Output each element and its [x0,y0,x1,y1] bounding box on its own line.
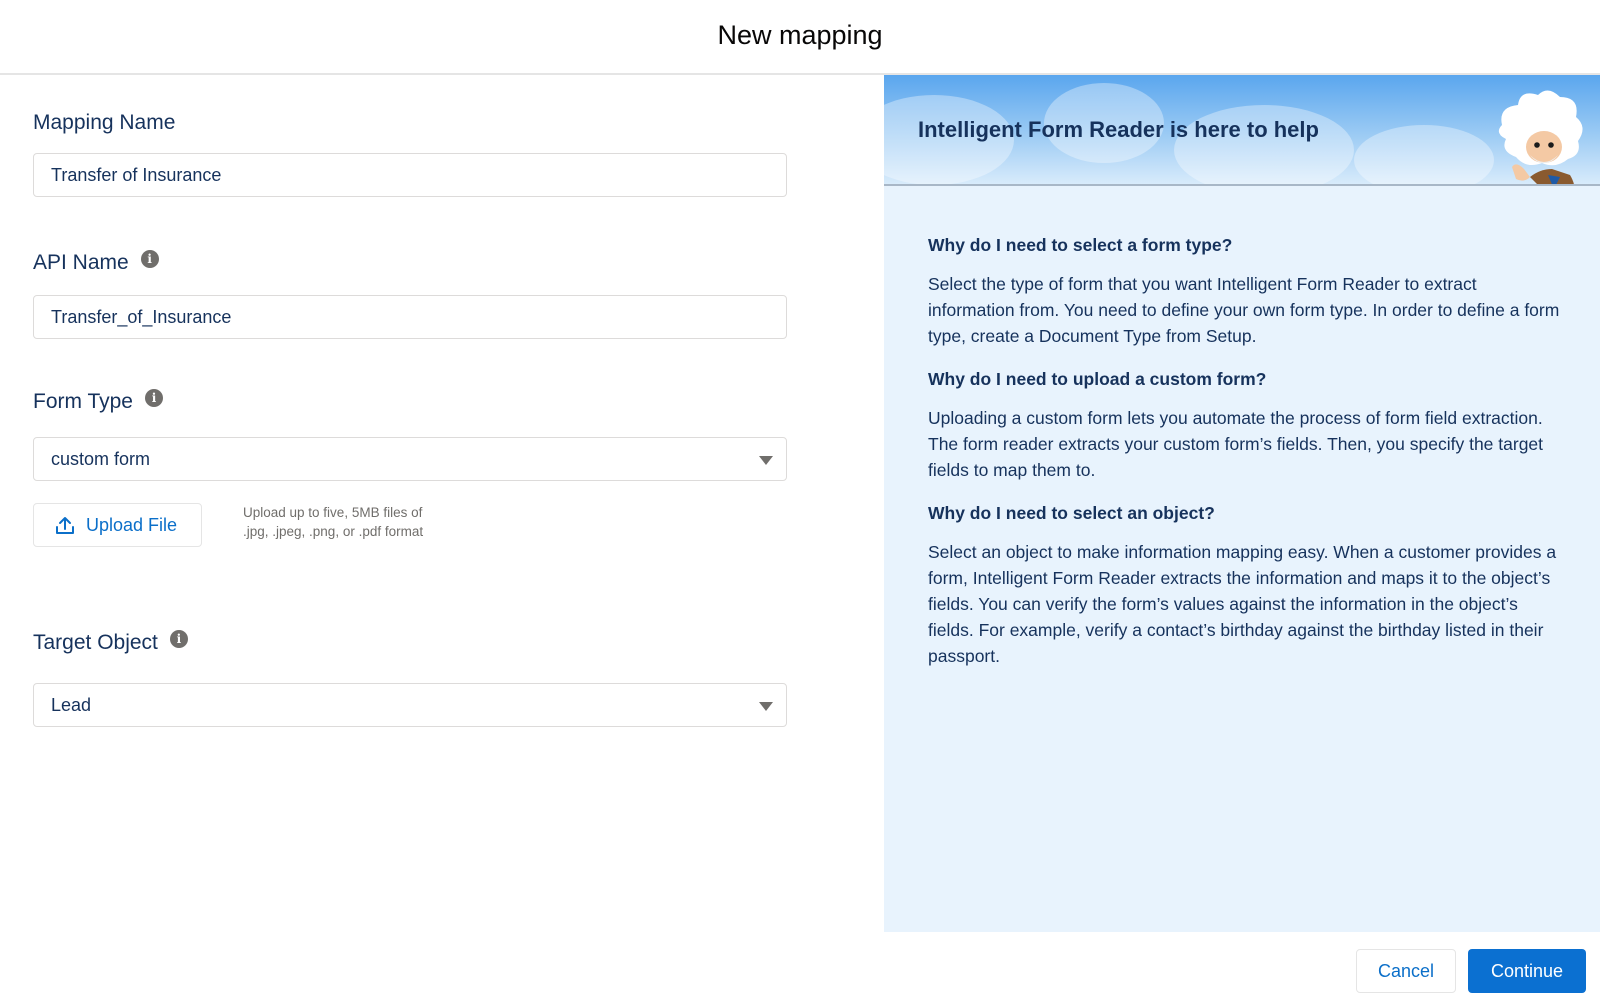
help-heading: Why do I need to upload a custom form? [928,369,1267,389]
einstein-mascot-icon [1498,90,1583,184]
modal-footer: Cancel Continue [0,932,1600,1004]
form-type-label: Form Type i [33,389,163,414]
info-icon[interactable]: i [144,389,163,407]
modal-header: New mapping [0,0,1600,75]
help-body: Select the type of form that you want In… [928,274,1560,346]
form-panel: Mapping Name Transfer of Insurance API N… [0,75,884,932]
mapping-name-label: Mapping Name [33,111,176,134]
cloud-decoration [1354,125,1494,184]
mapping-name-input[interactable]: Transfer of Insurance [33,153,787,197]
modal-title: New mapping [717,20,883,50]
chevron-down-icon [759,456,773,465]
upload-help-text: Upload up to five, 5MB files of .jpg, .j… [243,505,424,539]
info-icon[interactable]: i [169,630,188,648]
help-content: Why do I need to select a form type? Sel… [928,235,1568,689]
api-name-input[interactable]: Transfer_of_Insurance [33,295,787,339]
target-object-select[interactable]: Lead [33,683,787,727]
help-heading: Why do I need to select an object? [928,503,1215,523]
help-banner: Intelligent Form Reader is here to help [884,75,1600,186]
api-name-label: API Name i [33,250,159,275]
continue-button[interactable]: Continue [1468,949,1586,993]
info-icon[interactable]: i [140,250,159,268]
help-heading: Why do I need to select a form type? [928,235,1233,255]
help-body: Select an object to make information map… [928,542,1557,666]
upload-icon [56,517,74,534]
target-object-label: Target Object i [33,630,188,655]
upload-file-button[interactable]: Upload File [33,503,202,547]
help-panel: Intelligent Form Reader is here to help … [884,75,1600,932]
form-type-select[interactable]: custom form [33,437,787,481]
chevron-down-icon [759,702,773,711]
help-title: Intelligent Form Reader is here to help [918,117,1319,142]
help-body: Uploading a custom form lets you automat… [928,408,1544,480]
cancel-button[interactable]: Cancel [1356,949,1456,993]
